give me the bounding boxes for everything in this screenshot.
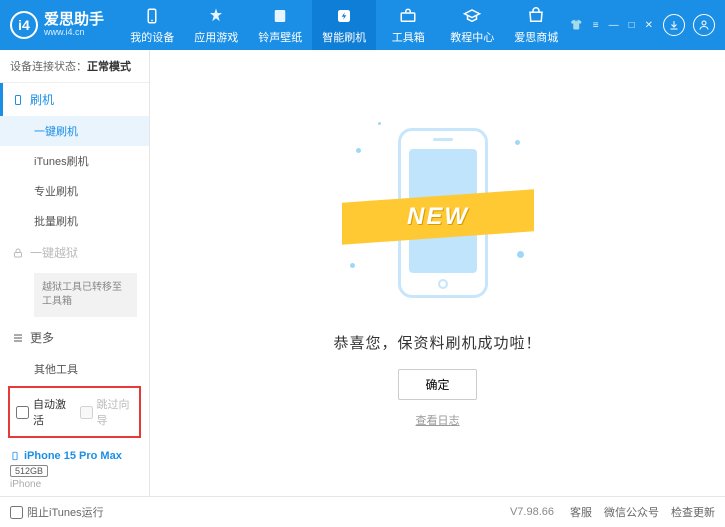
lock-icon bbox=[12, 247, 24, 259]
device-storage: 512GB bbox=[10, 465, 48, 477]
options-highlight-box: 自动激活 跳过向导 bbox=[8, 386, 141, 438]
user-button[interactable] bbox=[693, 14, 715, 36]
sidebar-header-jailbreak[interactable]: 一键越狱 bbox=[0, 236, 149, 269]
nav-my-device[interactable]: 我的设备 bbox=[120, 0, 184, 50]
nav-store[interactable]: 爱思商城 bbox=[504, 0, 568, 50]
device-model: iPhone bbox=[10, 479, 139, 490]
success-illustration: NEW bbox=[348, 118, 528, 318]
link-update[interactable]: 检查更新 bbox=[671, 504, 715, 520]
sidebar-header-flash[interactable]: 刷机 bbox=[0, 83, 149, 116]
link-support[interactable]: 客服 bbox=[570, 504, 592, 520]
top-nav: 我的设备 应用游戏 铃声壁纸 智能刷机 工具箱 教程中心 爱思商城 bbox=[120, 0, 568, 50]
minimize-button[interactable]: — bbox=[607, 20, 621, 31]
toolbox-icon bbox=[398, 6, 418, 26]
app-url: www.i4.cn bbox=[44, 28, 104, 38]
device-info: iPhone 15 Pro Max 512GB iPhone bbox=[0, 444, 149, 496]
nav-ringtones[interactable]: 铃声壁纸 bbox=[248, 0, 312, 50]
device-status: 设备连接状态：正常模式 bbox=[0, 50, 149, 83]
version-label: V7.98.66 bbox=[510, 506, 554, 518]
checkbox-skip-guide[interactable]: 跳过向导 bbox=[80, 396, 134, 428]
phone-icon bbox=[12, 94, 24, 106]
sidebar-item-other-tools[interactable]: 其他工具 bbox=[0, 354, 149, 380]
flash-icon bbox=[334, 6, 354, 26]
link-wechat[interactable]: 微信公众号 bbox=[604, 504, 659, 520]
window-controls: 👕 ≡ — □ ✕ bbox=[568, 14, 715, 36]
app-logo: i4 爱思助手 www.i4.cn bbox=[10, 11, 120, 39]
nav-apps-games[interactable]: 应用游戏 bbox=[184, 0, 248, 50]
list-icon bbox=[12, 332, 24, 344]
sidebar-item-pro-flash[interactable]: 专业刷机 bbox=[0, 176, 149, 206]
statusbar: 阻止iTunes运行 V7.98.66 客服 微信公众号 检查更新 bbox=[0, 496, 725, 527]
device-name-row[interactable]: iPhone 15 Pro Max bbox=[10, 450, 139, 462]
ringtone-icon bbox=[270, 6, 290, 26]
phone-small-icon bbox=[10, 450, 20, 462]
nav-toolbox[interactable]: 工具箱 bbox=[376, 0, 440, 50]
jailbreak-note: 越狱工具已转移至工具箱 bbox=[34, 273, 137, 317]
apps-icon bbox=[206, 6, 226, 26]
store-icon bbox=[526, 6, 546, 26]
logo-icon: i4 bbox=[10, 11, 38, 39]
view-log-link[interactable]: 查看日志 bbox=[416, 412, 460, 428]
download-button[interactable] bbox=[663, 14, 685, 36]
maximize-button[interactable]: □ bbox=[627, 20, 637, 31]
sidebar-item-oneclick-flash[interactable]: 一键刷机 bbox=[0, 116, 149, 146]
sidebar-item-itunes-flash[interactable]: iTunes刷机 bbox=[0, 146, 149, 176]
sidebar-header-more[interactable]: 更多 bbox=[0, 321, 149, 354]
sidebar: 设备连接状态：正常模式 刷机 一键刷机 iTunes刷机 专业刷机 批量刷机 一… bbox=[0, 50, 150, 496]
titlebar: i4 爱思助手 www.i4.cn 我的设备 应用游戏 铃声壁纸 智能刷机 工具… bbox=[0, 0, 725, 50]
ok-button[interactable]: 确定 bbox=[398, 369, 476, 400]
app-name: 爱思助手 bbox=[44, 12, 104, 29]
sidebar-item-batch-flash[interactable]: 批量刷机 bbox=[0, 206, 149, 236]
menu-button[interactable]: ≡ bbox=[591, 20, 601, 31]
main-content: NEW 恭喜您，保资料刷机成功啦！ 确定 查看日志 bbox=[150, 50, 725, 496]
nav-smart-flash[interactable]: 智能刷机 bbox=[312, 0, 376, 50]
checkbox-auto-activate[interactable]: 自动激活 bbox=[16, 396, 70, 428]
tutorial-icon bbox=[462, 6, 482, 26]
checkbox-block-itunes[interactable]: 阻止iTunes运行 bbox=[10, 504, 104, 520]
device-icon bbox=[142, 6, 162, 26]
skin-button[interactable]: 👕 bbox=[568, 20, 584, 31]
close-button[interactable]: ✕ bbox=[643, 20, 655, 31]
nav-tutorials[interactable]: 教程中心 bbox=[440, 0, 504, 50]
success-message: 恭喜您，保资料刷机成功啦！ bbox=[333, 332, 541, 353]
